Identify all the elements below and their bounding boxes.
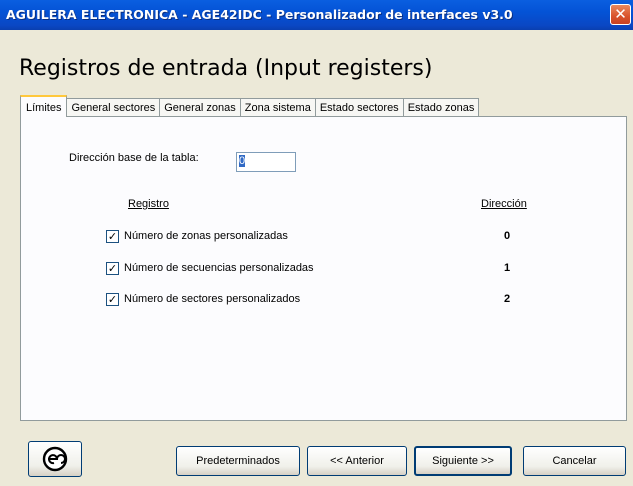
register-label: Número de secuencias personalizadas xyxy=(124,262,314,274)
tab-zona-sistema[interactable]: Zona sistema xyxy=(239,98,316,117)
previous-button[interactable]: << Anterior xyxy=(307,446,407,476)
tab-estado-zonas[interactable]: Estado zonas xyxy=(402,98,480,117)
register-address: 1 xyxy=(504,262,511,274)
column-header-direccion: Dirección xyxy=(481,198,527,210)
register-checkbox[interactable]: ✓ xyxy=(106,262,119,275)
register-address: 2 xyxy=(504,293,511,305)
next-button[interactable]: Siguiente >> xyxy=(414,446,512,476)
register-row: ✓ Número de secuencias personalizadas 1 xyxy=(106,261,546,277)
close-icon: ✕ xyxy=(614,5,627,23)
register-row: ✓ Número de zonas personalizadas 0 xyxy=(106,229,546,245)
register-checkbox[interactable]: ✓ xyxy=(106,293,119,306)
logo-button[interactable] xyxy=(28,441,82,477)
tab-estado-sectores[interactable]: Estado sectores xyxy=(314,98,404,117)
base-address-value: 0 xyxy=(239,155,246,167)
register-address: 0 xyxy=(504,230,511,242)
register-checkbox[interactable]: ✓ xyxy=(106,230,119,243)
register-label: Número de sectores personalizados xyxy=(124,293,301,305)
register-label: Número de zonas personalizadas xyxy=(124,230,288,242)
base-address-label: Dirección base de la tabla: xyxy=(69,152,199,164)
register-row: ✓ Número de sectores personalizados 2 xyxy=(106,292,546,308)
page-heading: Registros de entrada (Input registers) xyxy=(19,56,433,81)
title-bar: AGUILERA ELECTRONICA - AGE42IDC - Person… xyxy=(0,0,633,30)
tab-strip: Límites General sectores General zonas Z… xyxy=(20,95,480,117)
tab-general-sectores[interactable]: General sectores xyxy=(66,98,161,117)
tab-limites[interactable]: Límites xyxy=(20,95,68,117)
base-address-input[interactable]: 0 xyxy=(236,152,296,172)
tab-general-zonas[interactable]: General zonas xyxy=(159,98,241,117)
close-button[interactable]: ✕ xyxy=(610,4,631,25)
tab-panel: Dirección base de la tabla: 0 Registro D… xyxy=(20,116,627,421)
ae-logo-icon xyxy=(42,446,68,472)
defaults-button[interactable]: Predeterminados xyxy=(176,446,300,476)
cancel-button[interactable]: Cancelar xyxy=(523,446,626,476)
window-title: AGUILERA ELECTRONICA - AGE42IDC - Person… xyxy=(6,7,513,22)
column-header-registro: Registro xyxy=(128,198,169,210)
